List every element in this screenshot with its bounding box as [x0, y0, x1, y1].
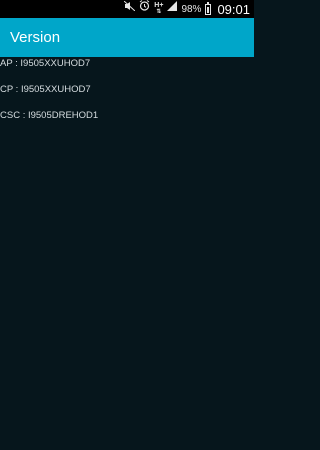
network-icon: H+ ⇅	[154, 2, 164, 15]
status-bar: H+ ⇅ 98% 09:01	[0, 0, 254, 18]
version-ap: AP : I9505XXUHOD7	[0, 58, 91, 69]
signal-icon	[167, 0, 178, 18]
version-csc: CSC : I9505DREHOD1	[0, 110, 99, 121]
mute-icon	[123, 0, 136, 18]
network-type-label: H+	[154, 2, 164, 9]
page-title: Version	[10, 29, 61, 46]
alarm-icon	[139, 0, 150, 18]
battery-icon	[205, 1, 212, 15]
battery-percent: 98%	[181, 3, 202, 15]
version-list: AP : I9505XXUHOD7 CP : I9505XXUHOD7 CSC …	[0, 57, 254, 135]
app-bar: Version	[0, 18, 254, 57]
version-cp: CP : I9505XXUHOD7	[0, 84, 91, 95]
clock: 09:01	[217, 1, 250, 17]
